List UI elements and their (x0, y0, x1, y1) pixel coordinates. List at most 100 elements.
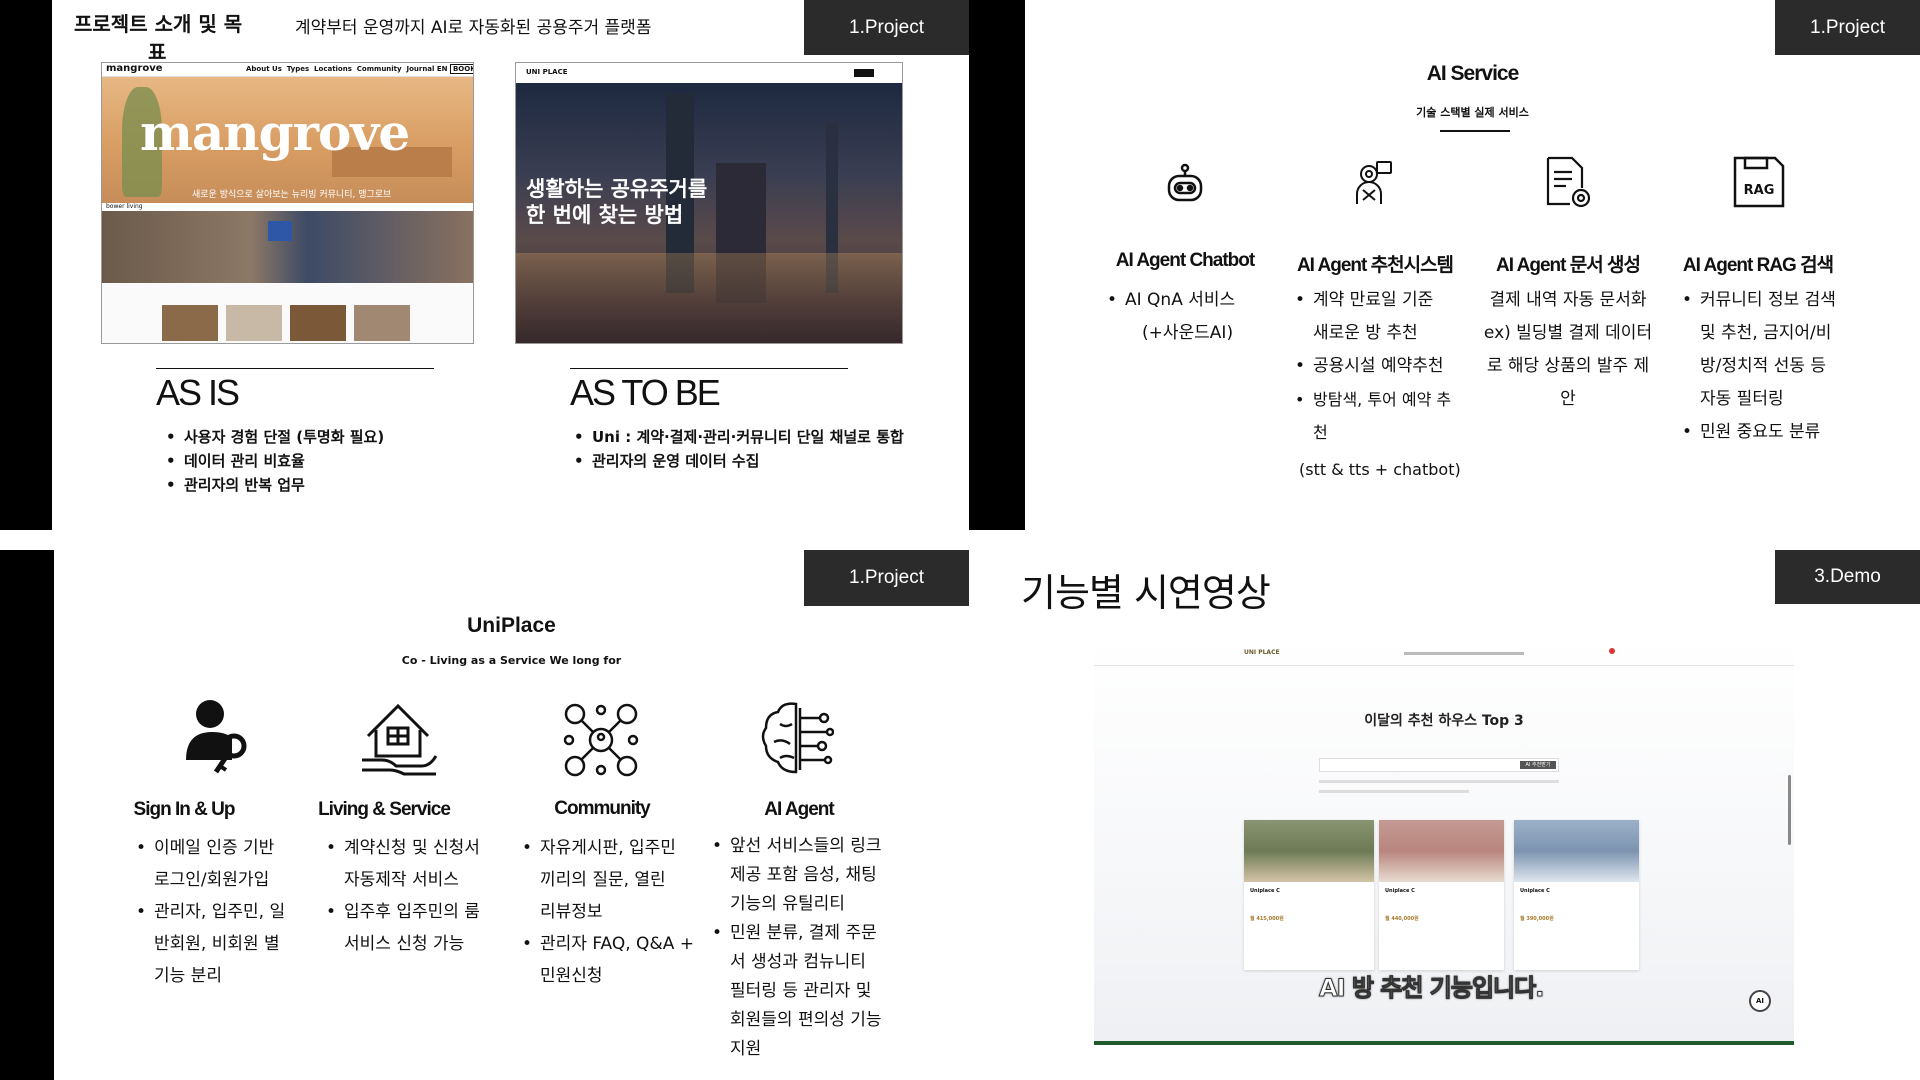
as-is-list: 사용자 경험 단절 (투명화 필요) 데이터 관리 비효율 관리자의 반복 업무 (166, 425, 384, 497)
list-item: 커뮤니티 정보 검색 (1700, 290, 1836, 310)
left-bar-bottom (0, 550, 54, 1080)
col-heading-ai-agent: AI Agent (764, 799, 834, 820)
demo-scrollbar[interactable] (1788, 775, 1791, 845)
demo-search-button[interactable]: AI 추천받기 (1520, 761, 1556, 769)
list-item: 민원 분류, 결제 주문 (730, 923, 877, 943)
col-document-body: 결제 내역 자동 문서화 ex) 빌딩별 결제 데이터 로 해당 상품의 발주 … (1478, 284, 1658, 416)
mangrove-logo: mangrove (106, 63, 163, 74)
list-item-cont: (+사운드AI) (1142, 323, 1234, 343)
list-item: 사용자 경험 단절 (투명화 필요) (166, 425, 384, 449)
list-item-cont: 리뷰정보 (540, 902, 603, 922)
note-line: 결제 내역 자동 문서화 (1489, 290, 1647, 310)
list-item-cont: 반회원, 비회원 별 (154, 934, 280, 954)
note-line: 안 (1560, 389, 1576, 409)
list-item-cont: 민원신청 (540, 966, 603, 986)
col-heading-document: AI Agent 문서 생성 (1496, 255, 1641, 276)
uniplace-headline-2: 한 번에 찾는 방법 (526, 203, 684, 227)
list-item-cont: 제공 포함 음성, 채팅 (730, 865, 877, 885)
rag-disk-icon: RAG (1731, 154, 1787, 210)
card-name: Uniplace C (1385, 888, 1415, 894)
mangrove-screenshot: mangrove About Us Types Locations Commun… (101, 62, 474, 344)
list-item: 데이터 관리 비효율 (166, 449, 384, 473)
user-key-icon (182, 698, 258, 778)
list-item-cont: 새로운 방 추천 (1313, 323, 1418, 343)
list-item-cont: 자동 필터링 (1700, 389, 1784, 409)
list-item-cont: 기능 분리 (154, 966, 222, 986)
col-heading-living: Living & Service (318, 799, 451, 820)
demo-card[interactable]: Uniplace C 월 390,000원 (1514, 820, 1639, 970)
list-item: 공용시설 예약추천 (1313, 356, 1444, 376)
mangrove-hero-word: mangrove (140, 103, 410, 162)
demo-caption: AI 방 추천 기능입니다. (1318, 974, 1544, 1003)
list-item: 방탐색, 투어 예약 추 (1313, 390, 1452, 409)
card-name: Uniplace C (1250, 888, 1280, 894)
col-chatbot-body: • AI QnA 서비스 (+사운드AI) (1107, 284, 1235, 350)
slide-title: UniPlace (467, 614, 556, 637)
slide-uniplace: 1.Project UniPlace Co - Living as a Serv… (54, 550, 969, 1080)
slide-title: AI Service (1426, 62, 1520, 85)
col-heading-signin: Sign In & Up (133, 799, 236, 820)
demo-video[interactable]: UNI PLACE 이달의 추천 하우스 Top 3 AI 추천받기 Unipl… (1094, 640, 1794, 1045)
mangrove-hero-caption: 새로운 방식으로 살아보는 뉴리빙 커뮤니티, 맹그로브 (192, 190, 392, 200)
list-item-cont: 끼리의 질문, 열린 (540, 870, 666, 890)
list-item-cont: 천 (1313, 423, 1328, 442)
list-item: 관리자의 반복 업무 (166, 473, 384, 497)
left-bar-top (0, 0, 52, 530)
middle-bar (969, 0, 1025, 530)
list-item: 계약 만료일 기준 (1313, 290, 1434, 310)
rag-label: RAG (1744, 183, 1775, 198)
slide-demo: 3.Demo 기능별 시연영상 UNI PLACE 이달의 추천 하우스 Top… (969, 550, 1920, 1080)
bower-logo: bower living (106, 203, 143, 210)
uniplace-logo: UNI PLACE (526, 68, 568, 76)
list-item-cont: 기능의 유틸리티 (730, 894, 845, 914)
list-item: 민원 중요도 분류 (1700, 422, 1821, 442)
col-signin-body: • 이메일 인증 기반 로그인/회원가입 • 관리자, 입주민, 일 반회원, 비회… (136, 832, 285, 992)
card-price: 월 415,000원 (1250, 916, 1284, 922)
slide-ai-service: 1.Project AI Service 기술 스택별 실제 서비스 RAG A… (1025, 0, 1920, 530)
horizontal-divider (0, 530, 1920, 550)
note-line: 로 해당 상품의 발주 제 (1486, 356, 1650, 376)
room-photo (1244, 820, 1374, 882)
demo-card[interactable]: Uniplace C 월 415,000원 (1244, 820, 1374, 970)
mangrove-nav: About Us Types Locations Community Journ… (246, 64, 473, 74)
col-note: (stt & tts + chatbot) (1299, 460, 1461, 479)
list-item-cont: 필터링 등 관리자 및 (730, 981, 872, 1001)
list-item-cont: 자동제작 서비스 (344, 870, 459, 890)
mangrove-interior (102, 211, 473, 283)
slide-title-cont: 표 (148, 40, 167, 64)
card-price: 월 390,000원 (1520, 916, 1554, 922)
col-recommend-body: • 계약 만료일 기준 새로운 방 추천 • 공용시설 예약추천 • 방탐색, 투어 … (1295, 284, 1461, 486)
demo-card[interactable]: Uniplace C 월 440,000원 (1379, 820, 1504, 970)
col-heading-recommend: AI Agent 추천시스템 (1296, 255, 1454, 276)
section-tag: 3.Demo (1775, 550, 1920, 604)
list-item-cont: 및 추천, 금지어/비 (1700, 323, 1832, 343)
slide-subtitle: 계약부터 운영까지 AI로 자동화된 공용주거 플랫폼 (295, 18, 652, 38)
list-item-cont: 지원 (730, 1039, 762, 1059)
list-item: 앞선 서비스들의 링크 (730, 836, 882, 856)
slide-subtitle: 기술 스택별 실제 서비스 (1416, 106, 1529, 119)
slide-title: 프로젝트 소개 및 목 (74, 12, 243, 36)
uniplace-screenshot: UNI PLACE 생활하는 공유주거를 한 번에 찾는 방법 (515, 62, 903, 344)
demo-search-bar[interactable]: AI 추천받기 (1319, 758, 1559, 772)
slide-project-intro: 프로젝트 소개 및 목 표 계약부터 운영까지 AI로 자동화된 공용주거 플랫… (52, 0, 969, 530)
card-name: Uniplace C (1520, 888, 1550, 894)
slide-subtitle: Co - Living as a Service We long for (401, 654, 622, 667)
col-ai-agent-body: • 앞선 서비스들의 링크 제공 포함 음성, 채팅 기능의 유틸리티 • 민원 분… (712, 832, 882, 1064)
demo-heading: 이달의 추천 하우스 Top 3 (1364, 713, 1524, 729)
as-to-be-heading: AS TO BE (570, 372, 721, 413)
list-item: 자유게시판, 입주민 (540, 838, 676, 858)
document-gear-icon (1542, 154, 1594, 210)
mangrove-hero: mangrove 새로운 방식으로 살아보는 뉴리빙 커뮤니티, 맹그로브 (102, 77, 473, 203)
as-to-be-rule (570, 368, 848, 369)
list-item: 관리자, 입주민, 일 (154, 902, 286, 922)
ai-chat-button[interactable]: AI (1749, 990, 1771, 1012)
slide-title: 기능별 시연영상 (1021, 571, 1271, 615)
section-tag: 1.Project (1775, 0, 1920, 55)
as-to-be-list: Uni : 계약·결제·관리·커뮤니티 단일 채널로 통합 관리자의 운영 데이… (574, 425, 904, 473)
col-heading-chatbot: AI Agent Chatbot (1115, 250, 1255, 271)
list-item-cont: 서 생성과 컴뉴니티 (730, 952, 866, 972)
card-price: 월 440,000원 (1385, 916, 1419, 922)
section-tag: 1.Project (804, 0, 969, 55)
col-heading-rag: AI Agent RAG 검색 (1682, 255, 1834, 276)
section-tag: 1.Project (804, 550, 969, 606)
